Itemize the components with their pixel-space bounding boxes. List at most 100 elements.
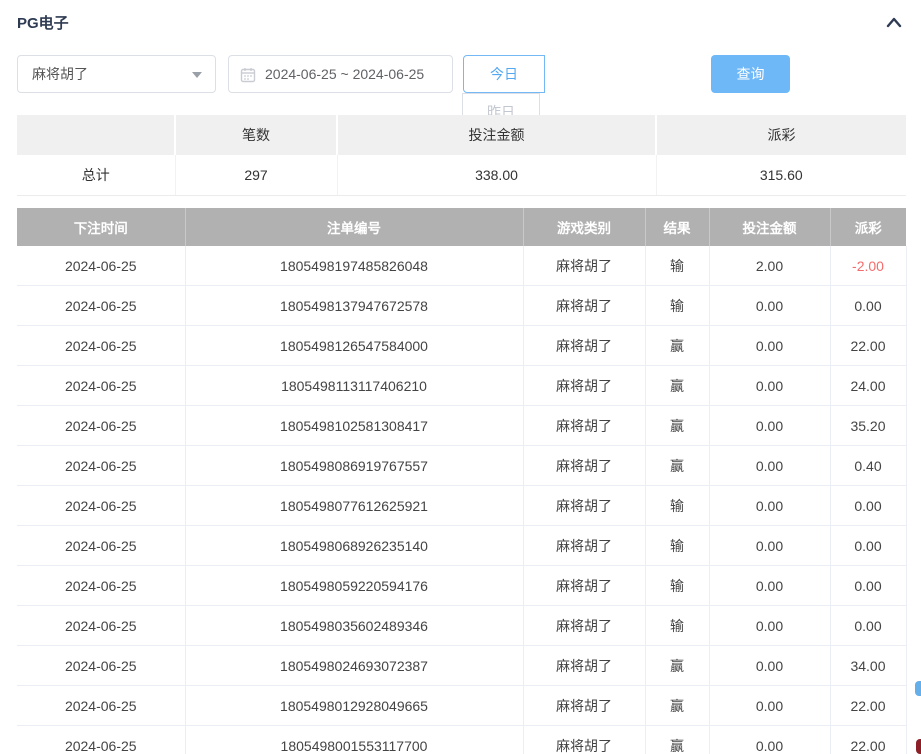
- cell-bet-amount: 0.00: [709, 406, 830, 446]
- table-row: 2024-06-25 1805498086919767557 麻将胡了 赢 0.…: [17, 446, 906, 486]
- cell-game-type: 麻将胡了: [523, 566, 645, 606]
- cell-result: 输: [645, 246, 709, 286]
- cell-game-type: 麻将胡了: [523, 446, 645, 486]
- date-range-input[interactable]: 2024-06-25 ~ 2024-06-25: [228, 55, 453, 93]
- records-tbody: 2024-06-25 1805498197485826048 麻将胡了 输 2.…: [17, 246, 906, 754]
- cell-bet-id: 1805498077612625921: [185, 486, 523, 526]
- table-row: 2024-06-25 1805498068926235140 麻将胡了 输 0.…: [17, 526, 906, 566]
- cell-bet-amount: 0.00: [709, 326, 830, 366]
- cell-bet-amount: 0.00: [709, 486, 830, 526]
- floating-widget-blue[interactable]: [915, 681, 921, 696]
- summary-header-empty: [17, 115, 175, 155]
- table-row: 2024-06-25 1805498001553117700 麻将胡了 赢 0.…: [17, 726, 906, 754]
- cell-result: 输: [645, 486, 709, 526]
- chevron-up-icon: [884, 20, 904, 35]
- cell-bet-time: 2024-06-25: [17, 326, 185, 366]
- cell-game-type: 麻将胡了: [523, 726, 645, 754]
- cell-bet-id: 1805498035602489346: [185, 606, 523, 646]
- search-button[interactable]: 查询: [711, 55, 790, 93]
- cell-payout: 0.40: [830, 446, 906, 486]
- col-header-bet-time: 下注时间: [17, 208, 185, 246]
- cell-result: 输: [645, 286, 709, 326]
- game-select-value: 麻将胡了: [32, 56, 88, 92]
- cell-result: 赢: [645, 366, 709, 406]
- cell-game-type: 麻将胡了: [523, 246, 645, 286]
- cell-payout: 22.00: [830, 686, 906, 726]
- cell-bet-time: 2024-06-25: [17, 526, 185, 566]
- cell-result: 赢: [645, 446, 709, 486]
- today-button[interactable]: 今日: [463, 55, 545, 93]
- cell-bet-id: 1805498059220594176: [185, 566, 523, 606]
- table-row: 2024-06-25 1805498024693072387 麻将胡了 赢 0.…: [17, 646, 906, 686]
- records-header-row: 下注时间 注单编号 游戏类别 结果 投注金额 派彩: [17, 208, 906, 246]
- cell-bet-id: 1805498001553117700: [185, 726, 523, 754]
- cell-bet-id: 1805498113117406210: [185, 366, 523, 406]
- cell-bet-amount: 0.00: [709, 566, 830, 606]
- cell-game-type: 麻将胡了: [523, 526, 645, 566]
- page-title: PG电子: [17, 15, 69, 32]
- cell-bet-id: 1805498137947672578: [185, 286, 523, 326]
- cell-bet-amount: 2.00: [709, 246, 830, 286]
- cell-bet-time: 2024-06-25: [17, 246, 185, 286]
- cell-game-type: 麻将胡了: [523, 646, 645, 686]
- summary-total-payout: 315.60: [656, 155, 906, 196]
- cell-bet-id: 1805498102581308417: [185, 406, 523, 446]
- cell-game-type: 麻将胡了: [523, 606, 645, 646]
- cell-bet-id: 1805498126547584000: [185, 326, 523, 366]
- cell-bet-time: 2024-06-25: [17, 366, 185, 406]
- cell-bet-amount: 0.00: [709, 646, 830, 686]
- cell-payout: 34.00: [830, 646, 906, 686]
- cell-result: 赢: [645, 686, 709, 726]
- cell-bet-time: 2024-06-25: [17, 646, 185, 686]
- cell-bet-time: 2024-06-25: [17, 446, 185, 486]
- col-header-bet-amount: 投注金额: [709, 208, 830, 246]
- col-header-bet-id: 注单编号: [185, 208, 523, 246]
- cell-result: 输: [645, 526, 709, 566]
- table-row: 2024-06-25 1805498197485826048 麻将胡了 输 2.…: [17, 246, 906, 286]
- cell-payout: 0.00: [830, 606, 906, 646]
- cell-bet-id: 1805498086919767557: [185, 446, 523, 486]
- col-header-game-type: 游戏类别: [523, 208, 645, 246]
- summary-total-label: 总计: [17, 155, 175, 196]
- cell-bet-amount: 0.00: [709, 526, 830, 566]
- table-row: 2024-06-25 1805498059220594176 麻将胡了 输 0.…: [17, 566, 906, 606]
- summary-header-row: 笔数 投注金额 派彩: [17, 115, 906, 155]
- cell-bet-time: 2024-06-25: [17, 286, 185, 326]
- cell-result: 赢: [645, 726, 709, 754]
- cell-game-type: 麻将胡了: [523, 286, 645, 326]
- cell-game-type: 麻将胡了: [523, 686, 645, 726]
- cell-bet-amount: 0.00: [709, 366, 830, 406]
- cell-result: 输: [645, 566, 709, 606]
- cell-bet-time: 2024-06-25: [17, 726, 185, 754]
- panel-header: PG电子: [17, 12, 905, 36]
- table-row: 2024-06-25 1805498077612625921 麻将胡了 输 0.…: [17, 486, 906, 526]
- collapse-panel-button[interactable]: [883, 14, 905, 34]
- col-header-payout: 派彩: [830, 208, 906, 246]
- cell-game-type: 麻将胡了: [523, 406, 645, 446]
- cell-game-type: 麻将胡了: [523, 486, 645, 526]
- calendar-icon: [240, 67, 256, 88]
- cell-bet-amount: 0.00: [709, 686, 830, 726]
- cell-bet-time: 2024-06-25: [17, 486, 185, 526]
- floating-widget-red[interactable]: [916, 739, 921, 754]
- summary-total-count: 297: [175, 155, 337, 196]
- game-select[interactable]: 麻将胡了: [17, 55, 216, 93]
- cell-payout: 35.20: [830, 406, 906, 446]
- cell-bet-time: 2024-06-25: [17, 566, 185, 606]
- quick-range-button-group: 今日 昨日 近8日: [463, 55, 545, 93]
- date-range-value: 2024-06-25 ~ 2024-06-25: [265, 56, 424, 92]
- cell-bet-id: 1805498012928049665: [185, 686, 523, 726]
- cell-payout: 0.00: [830, 526, 906, 566]
- summary-total-row: 总计 297 338.00 315.60: [17, 155, 906, 196]
- cell-bet-id: 1805498197485826048: [185, 246, 523, 286]
- summary-header-count: 笔数: [175, 115, 337, 155]
- summary-header-payout: 派彩: [656, 115, 906, 155]
- bet-records-panel: PG电子 麻将胡了 2024-06-25 ~ 2: [0, 0, 921, 754]
- cell-payout: 22.00: [830, 726, 906, 754]
- summary-table: 笔数 投注金额 派彩 总计 297 338.00 315.60: [17, 115, 906, 196]
- cell-bet-id: 1805498024693072387: [185, 646, 523, 686]
- cell-bet-time: 2024-06-25: [17, 406, 185, 446]
- table-row: 2024-06-25 1805498126547584000 麻将胡了 赢 0.…: [17, 326, 906, 366]
- cell-payout: 24.00: [830, 366, 906, 406]
- table-row: 2024-06-25 1805498012928049665 麻将胡了 赢 0.…: [17, 686, 906, 726]
